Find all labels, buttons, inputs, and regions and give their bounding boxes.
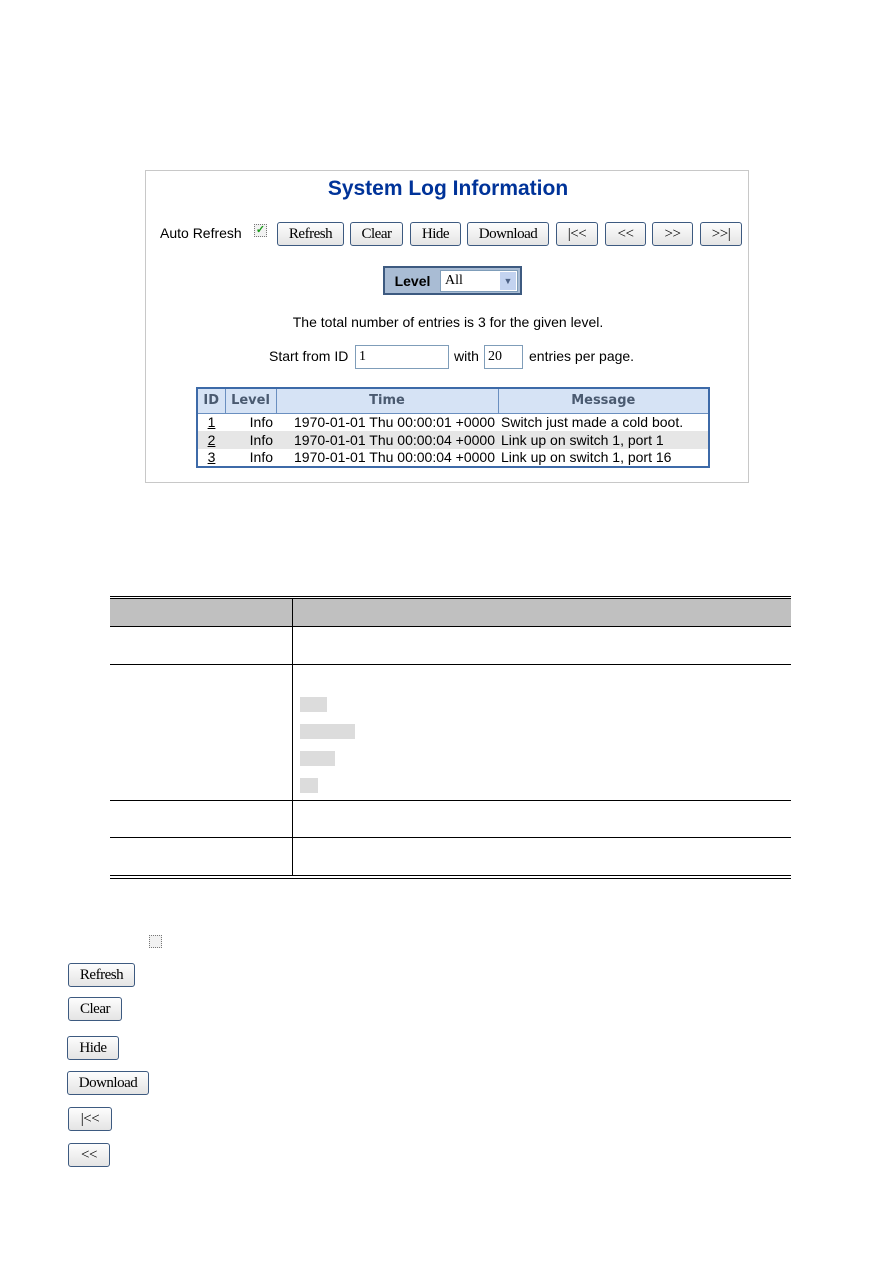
first-page-button[interactable]: |<< [556, 222, 598, 246]
log-level: Info [249, 413, 273, 430]
log-time: 1970-01-01 Thu 00:00:04 +0000 [276, 431, 498, 449]
refresh-button-legend[interactable]: Refresh [68, 963, 135, 987]
level-label: Level [394, 272, 431, 289]
refresh-button[interactable]: Refresh [277, 222, 344, 246]
clear-button[interactable]: Clear [350, 222, 403, 246]
log-message: Link up on switch 1, port 16 [501, 449, 672, 465]
table-row: 1 Info 1970-01-01 Thu 00:00:01 +0000 Swi… [197, 413, 709, 431]
highlight-box [300, 778, 318, 793]
previous-page-button[interactable]: << [605, 222, 646, 246]
highlight-box [300, 751, 335, 766]
hide-button[interactable]: Hide [410, 222, 461, 246]
auto-refresh-label: Auto Refresh [160, 225, 242, 241]
start-id-input[interactable] [355, 345, 449, 369]
column-header-level: Level [224, 387, 277, 414]
table-row: 2 Info 1970-01-01 Thu 00:00:04 +0000 Lin… [197, 431, 709, 449]
start-from-label: Start from ID [269, 348, 349, 364]
level-select-value: All [445, 272, 463, 288]
parameter-row [110, 665, 791, 801]
log-level: Info [249, 449, 273, 465]
next-page-button[interactable]: >> [652, 222, 693, 246]
entries-per-page-input[interactable] [484, 345, 523, 369]
log-id-link[interactable]: 2 [208, 432, 216, 448]
auto-refresh-checkbox[interactable]: ✓ [254, 224, 267, 237]
log-id-link[interactable]: 3 [208, 449, 216, 465]
parameter-row [110, 838, 791, 875]
hide-button-legend[interactable]: Hide [67, 1036, 119, 1060]
log-table: ID Level Time Message 1 Info 1970-01-01 … [196, 387, 710, 468]
parameter-row [110, 627, 791, 665]
system-log-screenshot: System Log Information Auto Refresh ✓ Re… [145, 170, 749, 483]
log-id-link[interactable]: 1 [208, 414, 216, 430]
log-time: 1970-01-01 Thu 00:00:01 +0000 [294, 413, 495, 430]
column-header-message: Message [497, 387, 710, 414]
highlight-box [300, 697, 327, 712]
page-title: System Log Information [327, 177, 569, 200]
entries-per-page-label: entries per page. [529, 348, 635, 364]
parameter-row [110, 801, 791, 838]
previous-page-button-legend[interactable]: << [68, 1143, 110, 1167]
log-level: Info [225, 431, 276, 449]
chevron-down-icon: ▼ [500, 271, 516, 290]
total-entries-text: The total number of entries is 3 for the… [292, 314, 604, 330]
parameter-table [110, 596, 791, 879]
level-select[interactable]: All ▼ [440, 269, 518, 292]
log-message: Switch just made a cold boot. [501, 413, 684, 430]
first-page-button-legend[interactable]: |<< [68, 1107, 112, 1131]
download-button-legend[interactable]: Download [67, 1071, 149, 1095]
table-row: 3 Info 1970-01-01 Thu 00:00:04 +0000 Lin… [197, 449, 709, 467]
log-message: Link up on switch 1, port 1 [498, 431, 709, 449]
column-header-time: Time [275, 387, 499, 414]
level-filter: Level All ▼ [383, 266, 522, 295]
column-header-id: ID [196, 387, 226, 414]
clear-button-legend[interactable]: Clear [68, 997, 122, 1021]
parameter-table-header [110, 599, 791, 627]
highlight-box [300, 724, 355, 739]
log-time: 1970-01-01 Thu 00:00:04 +0000 [294, 449, 495, 465]
with-label: with [454, 348, 479, 364]
download-button[interactable]: Download [467, 222, 549, 246]
last-page-button[interactable]: >>| [700, 222, 742, 246]
auto-refresh-checkbox-legend[interactable] [149, 935, 162, 948]
